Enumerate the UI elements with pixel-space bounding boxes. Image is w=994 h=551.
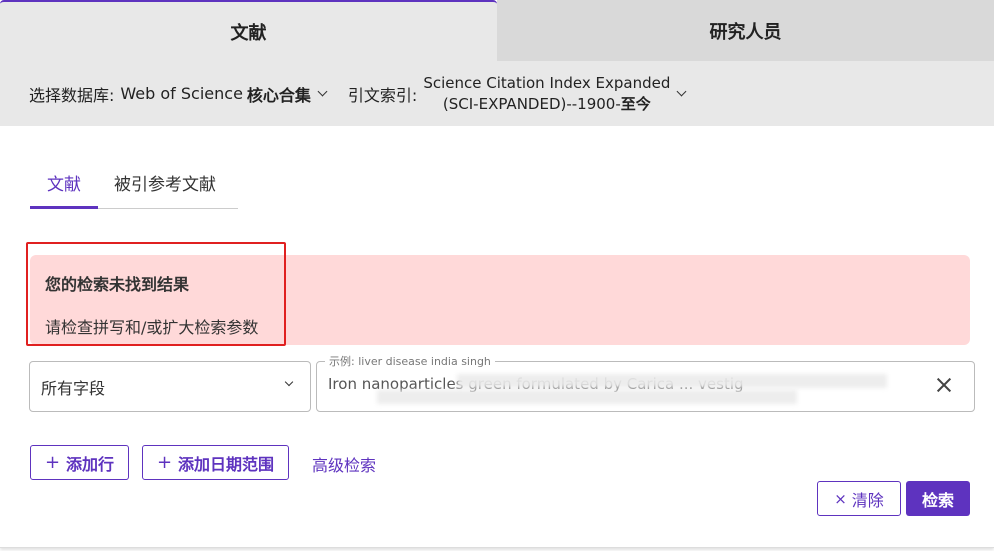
database-bar: 选择数据库: Web of Science 核心合集 引文索引: Science…	[0, 61, 994, 126]
advanced-search-link[interactable]: 高级检索	[312, 452, 376, 476]
field-select-value: 所有字段	[41, 378, 106, 398]
citation-index-label: 引文索引:	[347, 85, 418, 105]
database-select[interactable]: Web of Science 核心合集	[120, 82, 328, 106]
add-row-label: 添加行	[66, 454, 115, 474]
tab-researchers[interactable]: 研究人员	[497, 0, 994, 61]
sub-tabs: 文献 被引参考文献	[30, 162, 238, 209]
search-box: 示例: liver disease india singh Iron nanop…	[316, 353, 975, 412]
chevron-down-icon	[676, 86, 687, 97]
redaction-blur	[377, 390, 797, 404]
subtab-documents[interactable]: 文献	[30, 162, 98, 209]
search-example-legend: 示例: liver disease india singh	[325, 353, 495, 369]
citation-index-line2-bold: 至今	[620, 94, 651, 113]
database-value: Web of Science	[120, 84, 243, 103]
tab-documents[interactable]: 文献	[0, 0, 497, 61]
chevron-down-icon	[284, 377, 294, 387]
close-icon: ×	[834, 489, 847, 508]
redaction-blur	[457, 374, 887, 388]
chevron-down-icon	[317, 86, 328, 97]
search-button[interactable]: 检索	[906, 481, 970, 516]
add-date-range-button[interactable]: + 添加日期范围	[142, 445, 289, 480]
add-row-button[interactable]: + 添加行	[30, 445, 129, 480]
citation-index-line2: (SCI-EXPANDED)--1900-	[442, 94, 621, 113]
add-date-range-label: 添加日期范围	[178, 454, 275, 474]
field-select[interactable]: 所有字段	[29, 361, 311, 412]
clear-label: 清除	[851, 490, 884, 510]
subtab-cited-references[interactable]: 被引参考文献	[114, 162, 216, 209]
clear-query-icon[interactable]	[936, 377, 952, 393]
clear-button[interactable]: × 清除	[817, 481, 901, 516]
citation-index-line1: Science Citation Index Expanded	[423, 73, 671, 92]
citation-index-select[interactable]: Science Citation Index Expanded (SCI-EXP…	[423, 73, 687, 115]
no-results-alert: 您的检索未找到结果 请检查拼写和/或扩大检索参数	[30, 255, 970, 345]
database-value-bold: 核心合集	[246, 85, 311, 105]
alert-message: 请检查拼写和/或扩大检索参数	[45, 318, 259, 337]
alert-title: 您的检索未找到结果	[45, 275, 190, 294]
plus-icon: +	[156, 452, 173, 473]
plus-icon: +	[44, 452, 61, 473]
top-tabs: 文献 研究人员	[0, 0, 994, 61]
search-panel: 文献 研究人员 选择数据库: Web of Science 核心合集 引文索引:…	[0, 0, 994, 548]
database-label: 选择数据库:	[29, 85, 115, 105]
